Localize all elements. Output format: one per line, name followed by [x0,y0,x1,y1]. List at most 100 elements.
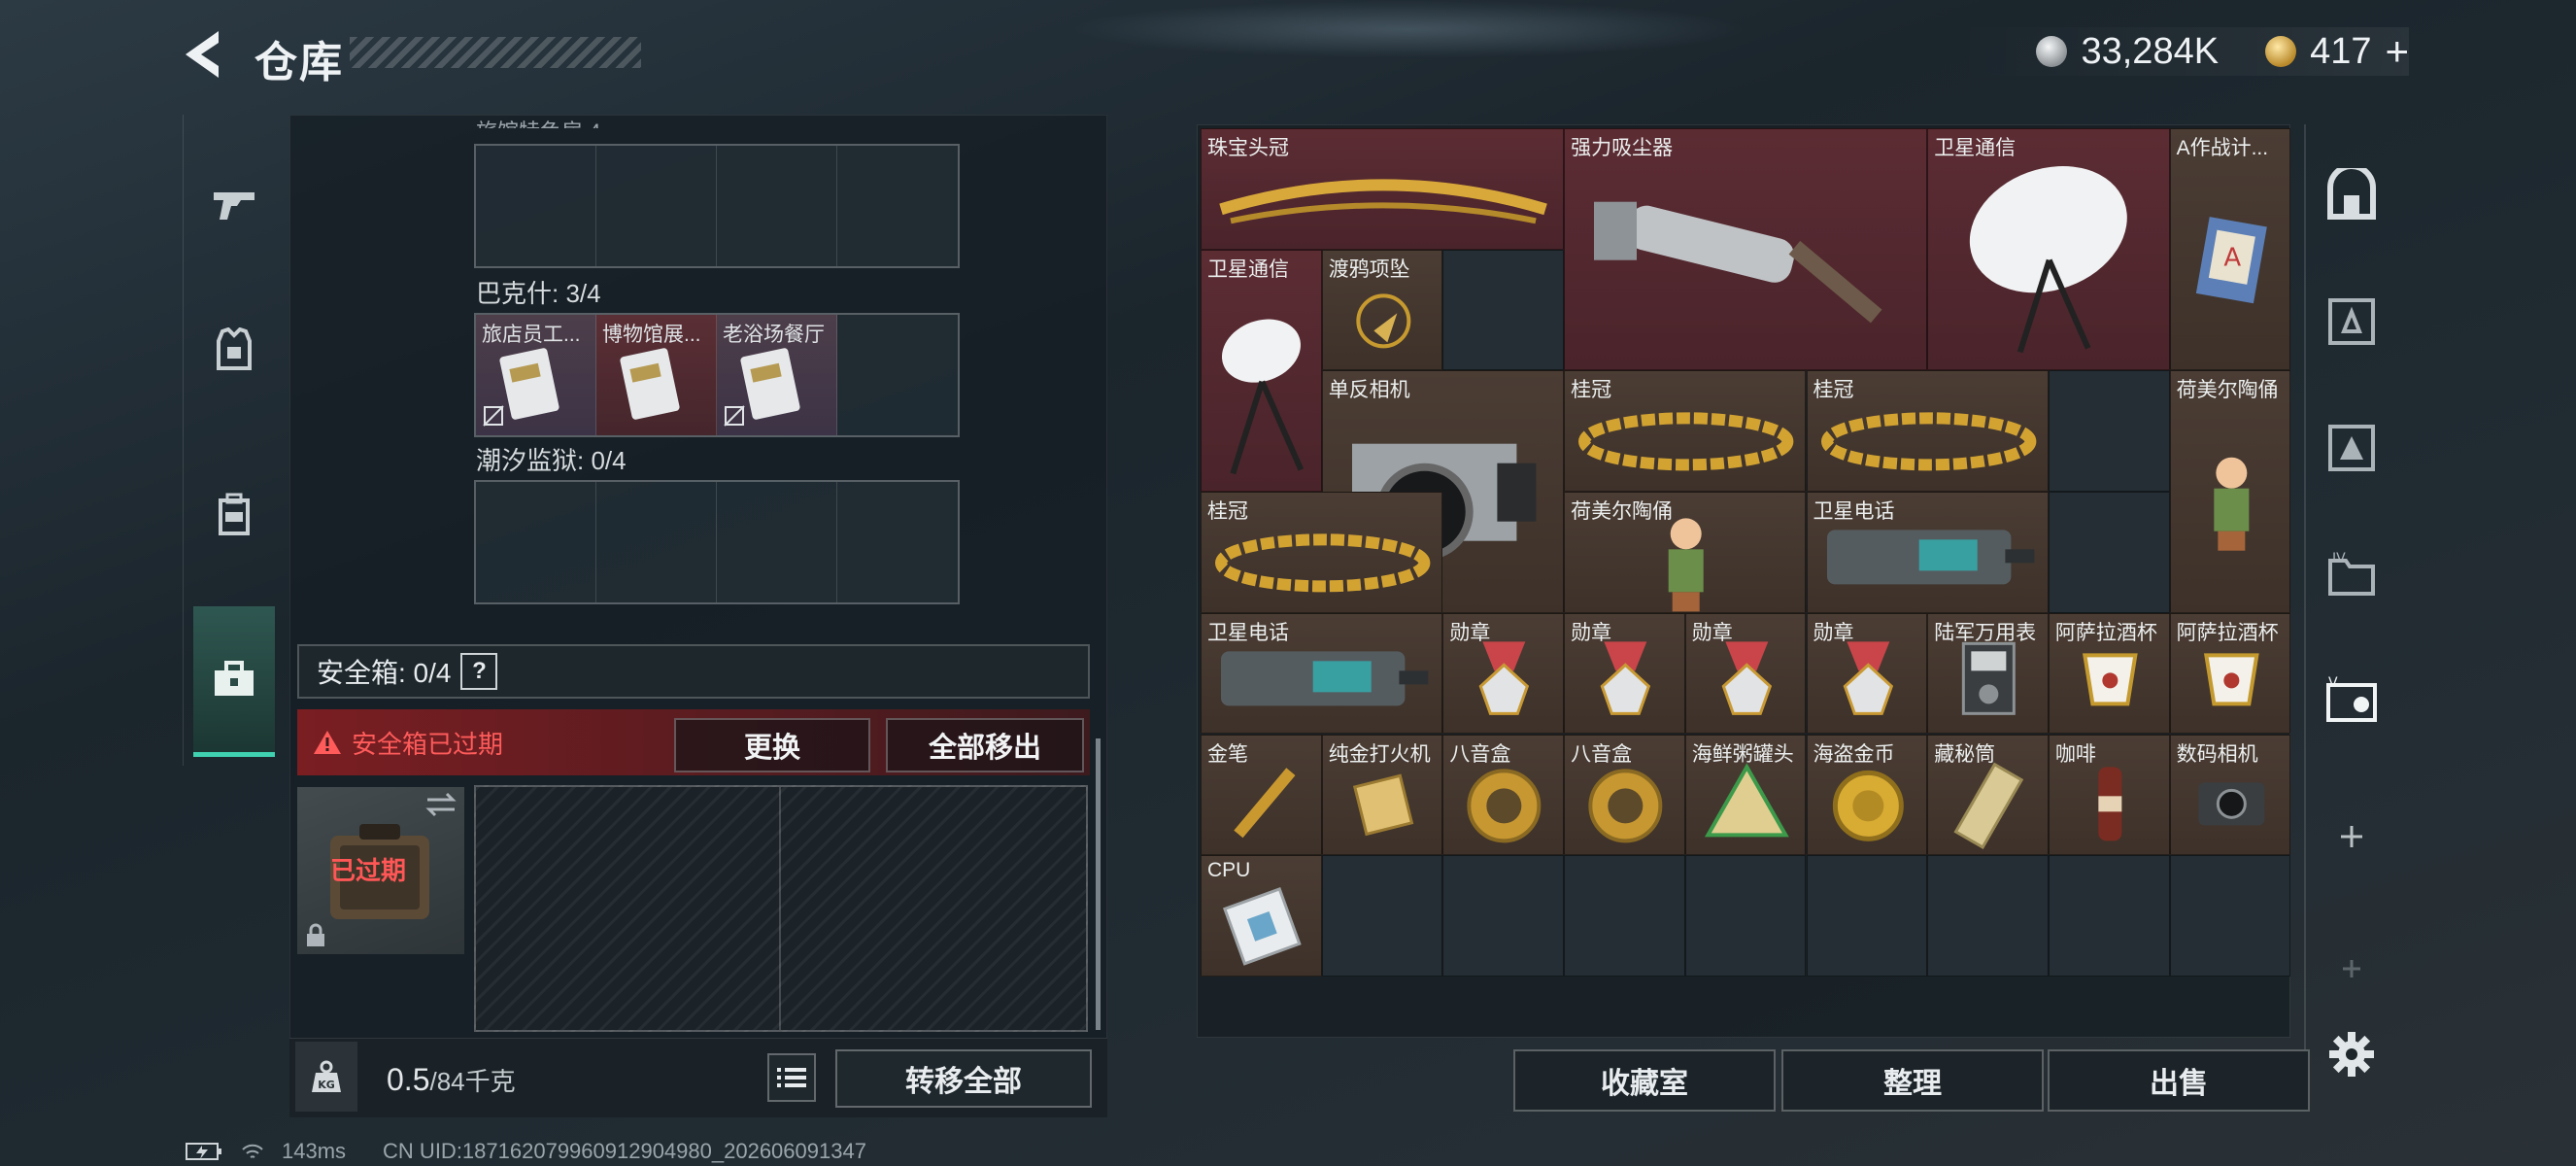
inventory-item[interactable]: 八音盒 [1564,734,1685,856]
replace-button[interactable]: 更换 [674,718,870,772]
item-name: CPU [1207,859,1251,882]
rail-weapons[interactable] [193,163,275,245]
inventory-item[interactable]: 桂冠 [1201,492,1443,613]
rail-backpack[interactable] [193,474,275,556]
rail-armor[interactable] [193,309,275,391]
silver-balance: 33,284K [2081,30,2220,72]
inventory-item[interactable]: 勋章 [1442,612,1565,735]
item-name: 桂冠 [1813,379,1854,402]
inventory-item[interactable]: 荷美尔陶俑 [2169,370,2291,613]
book-icon: A [2195,217,2267,304]
storage-cell[interactable] [1927,855,2049,977]
gold-balance: 417 [2310,30,2372,72]
transfer-all-button[interactable]: 转移全部 [835,1049,1092,1108]
inventory-item[interactable]: 数码相机 [2169,734,2291,856]
item-name: 荷美尔陶俑 [1571,500,1674,524]
svg-text:V: V [2328,675,2338,691]
inventory-item[interactable]: 海鲜粥罐头 [1684,734,1807,856]
key-card-slot[interactable]: 博物馆展... [596,315,717,435]
inventory-item[interactable]: 勋章 [1564,612,1685,735]
inventory-item[interactable]: 卫星电话 [1201,612,1443,735]
inventory-item[interactable]: 藏秘筒 [1927,734,2049,856]
backpack-icon [219,493,250,535]
inventory-item[interactable]: 卫星电话 [1806,492,2049,613]
key-card-slot[interactable]: 旅店员工... [476,315,596,435]
safe-box-grid[interactable] [474,785,1088,1032]
storage-cell[interactable] [1684,855,1807,977]
left-category-rail [183,115,284,766]
item-name: 卫星电话 [1813,500,1895,524]
container-grid-1[interactable] [474,144,960,268]
storage-cell[interactable] [1321,855,1443,977]
briefcase-icon [215,661,254,696]
item-name: 数码相机 [2176,742,2258,766]
inventory-item[interactable]: CPU [1201,855,1322,977]
expired-warning-text: 安全箱已过期 [352,729,504,759]
inventory-item[interactable]: 桂冠 [1564,370,1807,493]
safe-box-slot[interactable]: 已过期 [297,787,464,954]
remove-all-button[interactable]: 全部移出 [886,718,1084,772]
gun-icon [214,192,254,220]
add-currency-button[interactable]: + [2385,28,2409,75]
rail-gear-icon[interactable] [2320,416,2384,480]
item-name: 阿萨拉酒杯 [2176,621,2279,644]
case-expired-label: 已过期 [330,856,407,885]
inventory-item[interactable]: 陆军万用表 [1927,612,2049,735]
inventory-item[interactable]: 珠宝头冠 [1201,128,1565,250]
item-name: 强力吸尘器 [1571,137,1674,159]
inventory-item[interactable]: 阿萨拉酒杯 [2048,612,2170,735]
satellite-dish-icon [1221,319,1305,474]
item-name: 藏秘筒 [1934,742,1996,766]
add-tab-icon[interactable] [2320,805,2384,869]
container-grid-tide-prison[interactable] [474,480,960,604]
storage-cell[interactable] [1442,249,1565,371]
no-move-icon [724,405,745,427]
settings-gear-icon[interactable] [2320,1022,2384,1086]
container-grid-bakesh[interactable]: 旅店员工... 博物馆展... 老浴场餐厅 [474,313,960,437]
back-button[interactable] [180,27,228,82]
help-icon[interactable]: ? [460,653,498,690]
storage-cell[interactable] [2169,855,2291,977]
list-view-button[interactable] [767,1053,816,1102]
rail-valuables-icon[interactable]: V [2320,669,2384,733]
rail-all-icon[interactable] [2320,163,2384,227]
collection-room-button[interactable]: 收藏室 [1513,1049,1776,1112]
inventory-item[interactable]: A A作战计... [2169,128,2291,371]
swap-icon[interactable] [424,791,458,818]
inventory-item[interactable]: 阿萨拉酒杯 [2169,612,2291,735]
left-scrollbar[interactable] [1096,738,1101,1030]
storage-cell[interactable] [1564,855,1685,977]
item-name: 金笔 [1207,742,1248,766]
key-card-icon [740,348,800,420]
inventory-item[interactable]: 卫星通信 [1201,249,1322,493]
storage-cell[interactable] [2048,492,2170,613]
rail-safe-box[interactable] [193,606,275,757]
inventory-item[interactable]: 八音盒 [1442,734,1565,856]
key-card-slot[interactable]: 老浴场餐厅 [717,315,837,435]
inventory-item[interactable]: 咖啡 [2048,734,2170,856]
rail-folder-icon[interactable]: IV [2320,542,2384,606]
inventory-item[interactable]: 桂冠 [1806,370,2049,493]
storage-cell[interactable] [1442,855,1565,977]
item-name: 桂冠 [1571,379,1612,402]
safe-box-header: 安全箱: 0/4 ? [297,644,1090,699]
inventory-item[interactable]: 纯金打火机 [1321,734,1443,856]
storage-cell[interactable] [2048,855,2170,977]
storage-cell[interactable] [1806,855,1928,977]
inventory-item[interactable]: 强力吸尘器 [1564,128,1928,371]
item-name: 勋章 [1571,621,1612,644]
sort-button[interactable]: 整理 [1781,1049,2044,1112]
inventory-item[interactable]: 勋章 [1684,612,1807,735]
item-name: 八音盒 [1449,742,1511,766]
inventory-item[interactable]: 荷美尔陶俑 [1564,492,1807,613]
inventory-item[interactable]: 卫星通信 [1927,128,2170,371]
vacuum-icon [1594,201,1882,324]
inventory-item[interactable]: 金笔 [1201,734,1322,856]
inventory-item[interactable]: 海盗金币 [1806,734,1928,856]
rail-equipment-icon[interactable] [2320,290,2384,354]
silver-coin-icon [2036,36,2068,67]
sell-button[interactable]: 出售 [2048,1049,2310,1112]
inventory-item[interactable]: 渡鸦项坠 [1321,249,1443,371]
storage-cell[interactable] [2048,370,2170,493]
inventory-item[interactable]: 勋章 [1806,612,1928,735]
